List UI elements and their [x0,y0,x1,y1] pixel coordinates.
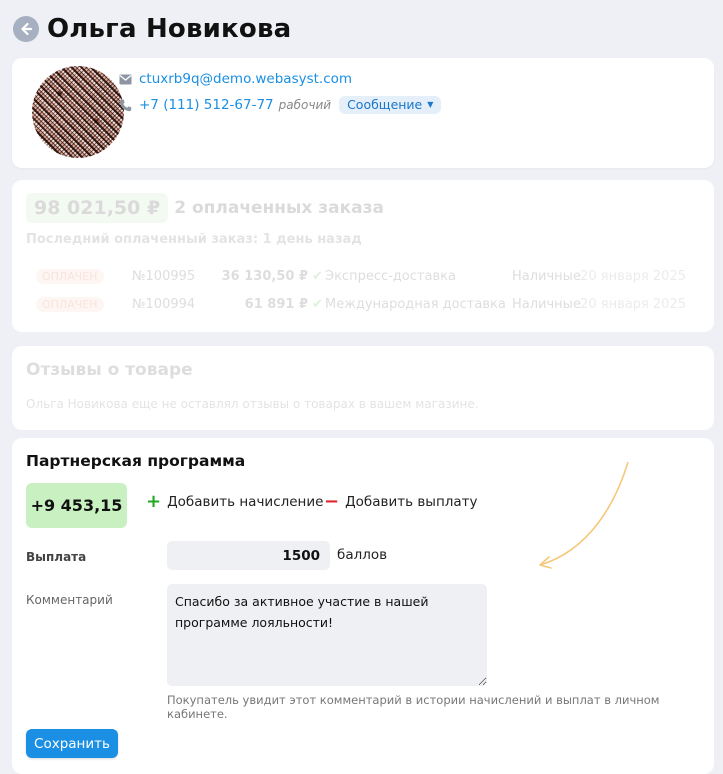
orders-count: 2 оплаченных заказа [174,198,384,218]
add-accrual-label: Добавить начисление [167,494,324,510]
add-payout-label: Добавить выплату [345,494,478,510]
comment-hint: Покупатель увидит этот комментарий в ист… [167,693,660,721]
payout-amount-input[interactable] [167,541,330,570]
reviews-empty-text: Ольга Новикова еще не оставлял отзывы о … [26,397,479,411]
order-shipping: Экспресс-доставка [325,268,456,284]
order-sum: 61 891 ₽ [244,296,308,312]
affiliate-balance: +9 453,15 [26,483,127,528]
order-shipping: Международная доставка [325,296,506,312]
comment-label: Комментарий [26,593,113,607]
order-date: 20 января 2025 [580,296,686,312]
order-date: 20 января 2025 [580,268,686,284]
affiliate-title: Партнерская программа [26,452,246,470]
phone-type: рабочий [278,98,332,112]
save-button[interactable]: Сохранить [26,729,118,758]
status-badge: ОПЛАЧЕН [36,296,104,312]
payout-label: Выплата [26,550,87,564]
status-badge: ОПЛАЧЕН [36,268,104,284]
minus-icon: − [324,491,340,512]
add-accrual-button[interactable]: + Добавить начисление [146,493,323,511]
message-dropdown-button[interactable]: Сообщение ▼ [339,96,442,114]
email-link[interactable]: ctuxrb9q@demo.webasyst.com [139,71,352,87]
envelope-icon [118,72,132,86]
message-button-label: Сообщение [347,97,423,112]
order-payment: Наличные [512,268,581,284]
page-title: Ольга Новикова [47,14,292,44]
order-number[interactable]: №100994 [132,297,195,312]
table-row[interactable]: ОПЛАЧЕН №100994 61 891 ₽ ✔ Международная… [18,292,686,316]
payout-unit: баллов [337,547,388,563]
contact-phone-row: +7 (111) 512-67-77 рабочий Сообщение ▼ [118,96,442,114]
back-button[interactable] [13,16,39,42]
order-number[interactable]: №100995 [132,269,195,284]
caret-down-icon: ▼ [427,100,434,109]
annotation-arrow-icon [539,461,629,569]
phone-icon [118,98,132,112]
reviews-title: Отзывы о товаре [26,360,193,380]
phone-link[interactable]: +7 (111) 512-67-77 [139,97,274,113]
page-header: Ольга Новикова [13,13,291,45]
orders-last-paid: Последний оплаченный заказ: 1 день назад [26,232,362,247]
check-circle-icon: ✔ [312,296,323,312]
reviews-card: Отзывы о товаре Ольга Новикова еще не ос… [12,346,714,430]
avatar[interactable] [32,66,124,158]
orders-total: 98 021,50 ₽ [26,193,169,223]
comment-textarea[interactable]: Спасибо за активное участие в нашей прог… [167,584,487,686]
table-row[interactable]: ОПЛАЧЕН №100995 36 130,50 ₽ ✔ Экспресс-д… [18,264,686,288]
add-payout-button[interactable]: − Добавить выплату [324,493,478,511]
order-payment: Наличные [512,296,581,312]
check-circle-icon: ✔ [312,268,323,284]
orders-summary: 98 021,50 ₽ 2 оплаченных заказа [26,193,384,223]
contact-email-row: ctuxrb9q@demo.webasyst.com [118,71,352,87]
order-sum: 36 130,50 ₽ [221,268,308,284]
arrow-left-icon [21,22,33,36]
plus-icon: + [146,491,162,512]
